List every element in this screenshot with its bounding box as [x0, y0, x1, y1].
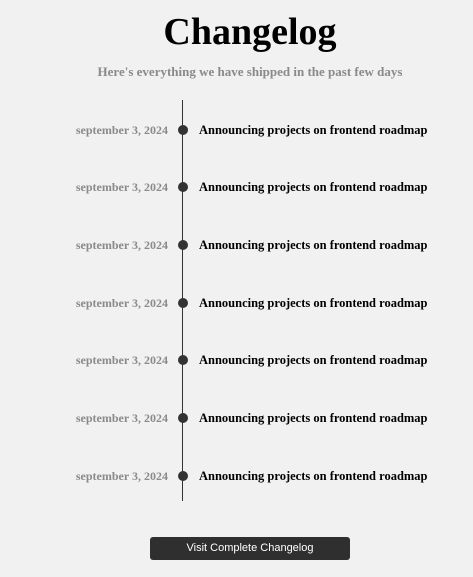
entry-title-link[interactable]: Announcing projects on frontend roadmap — [199, 350, 428, 370]
timeline-entry: september 3, 2024 Announcing projects on… — [0, 177, 473, 197]
entry-title-link[interactable]: Announcing projects on frontend roadmap — [199, 235, 428, 255]
entry-date: september 3, 2024 — [75, 123, 168, 137]
timeline-entry: september 3, 2024 Announcing projects on… — [0, 466, 473, 486]
changelog-page: Changelog Here's everything we have ship… — [0, 0, 473, 577]
page-title: Changelog — [163, 11, 337, 53]
page-subtitle: Here's everything we have shipped in the… — [97, 64, 403, 79]
visit-changelog-button[interactable]: Visit Complete Changelog — [150, 537, 350, 560]
timeline-entry: september 3, 2024 Announcing projects on… — [0, 408, 473, 428]
changelog-timeline: september 3, 2024 Announcing projects on… — [0, 100, 473, 502]
entry-title-link[interactable]: Announcing projects on frontend roadmap — [199, 293, 428, 313]
timeline-dot-icon — [178, 125, 188, 135]
timeline-dot-icon — [178, 413, 188, 423]
entry-title-link[interactable]: Announcing projects on frontend roadmap — [199, 120, 428, 140]
timeline-entry: september 3, 2024 Announcing projects on… — [0, 293, 473, 313]
timeline-dot-icon — [178, 471, 188, 481]
timeline-dot-icon — [178, 355, 188, 365]
entry-date: september 3, 2024 — [75, 411, 168, 425]
timeline-dot-icon — [178, 298, 188, 308]
timeline-entry: september 3, 2024 Announcing projects on… — [0, 120, 473, 140]
entry-date: september 3, 2024 — [75, 469, 168, 483]
timeline-dot-icon — [178, 182, 188, 192]
timeline-dot-icon — [178, 240, 188, 250]
timeline-entry: september 3, 2024 Announcing projects on… — [0, 235, 473, 255]
entry-date: september 3, 2024 — [75, 238, 168, 252]
entry-title-link[interactable]: Announcing projects on frontend roadmap — [199, 408, 428, 428]
entry-title-link[interactable]: Announcing projects on frontend roadmap — [199, 466, 428, 486]
entry-date: september 3, 2024 — [75, 296, 168, 310]
entry-date: september 3, 2024 — [75, 180, 168, 194]
timeline-entry: september 3, 2024 Announcing projects on… — [0, 350, 473, 370]
entry-date: september 3, 2024 — [75, 353, 168, 367]
entry-title-link[interactable]: Announcing projects on frontend roadmap — [199, 177, 428, 197]
